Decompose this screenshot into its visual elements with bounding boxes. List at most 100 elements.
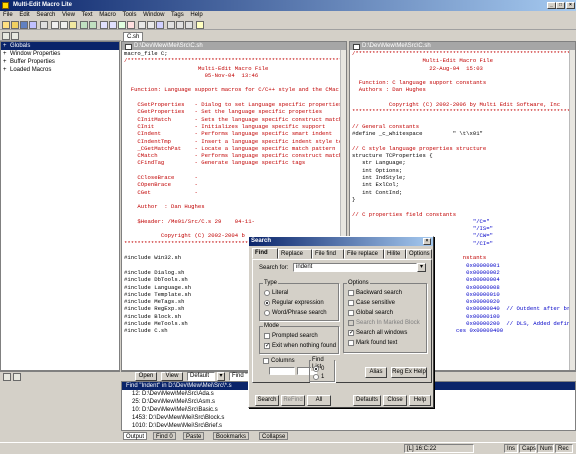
code-line[interactable]: int ContInd;: [352, 189, 575, 196]
code-line[interactable]: structure TCProperties {: [352, 152, 575, 159]
indent-icon[interactable]: [138, 21, 146, 29]
close-window-button[interactable]: ×: [566, 2, 575, 9]
code-line[interactable]: // General constants: [352, 123, 575, 130]
tree-item-globals[interactable]: Globals: [1, 42, 119, 50]
global-search-checkbox[interactable]: [348, 310, 354, 316]
code-line[interactable]: Author : Dan Hughes: [124, 203, 346, 210]
cut-icon[interactable]: [51, 21, 59, 29]
code-line[interactable]: /***************************************…: [124, 57, 346, 64]
dialog-close-icon[interactable]: ×: [423, 238, 431, 245]
tab-bookmarks[interactable]: Bookmarks: [213, 432, 250, 440]
code-line[interactable]: CFindTag - Generate language specific ta…: [124, 159, 346, 166]
search-button[interactable]: Search: [255, 395, 279, 406]
code-line[interactable]: // C style language properties structure: [352, 145, 575, 152]
menu-view[interactable]: View: [62, 12, 75, 18]
backward-search-checkbox[interactable]: [348, 290, 354, 296]
code-line[interactable]: _CGetMatchPat - Locate a language specif…: [124, 145, 346, 152]
code-line[interactable]: 22-Aug-04 15:03: [352, 65, 575, 72]
tab-find[interactable]: Find 0: [153, 432, 176, 440]
search-marked-block-checkbox[interactable]: [348, 320, 354, 326]
code-line[interactable]: ****************************************…: [352, 108, 575, 115]
undo-icon[interactable]: [80, 21, 88, 29]
code-line[interactable]: CGet -: [124, 189, 346, 196]
output-line[interactable]: 1010: D:\Dev\Mew\Mei\Src\Brief.s: [122, 422, 575, 430]
find-list-1-radio[interactable]: [313, 374, 319, 380]
tab-paste[interactable]: Paste: [183, 432, 205, 440]
tree-item-window-properties[interactable]: Window Properties: [1, 50, 119, 58]
code-line[interactable]: [124, 167, 346, 174]
save-icon[interactable]: [20, 21, 28, 29]
code-line[interactable]: [352, 116, 575, 123]
search-history-dropdown-icon[interactable]: ▾: [417, 263, 426, 272]
code-line[interactable]: [352, 203, 575, 210]
code-line[interactable]: // C properties field constants: [352, 211, 575, 218]
radio-word-phrase[interactable]: [264, 310, 270, 316]
code-line[interactable]: Copyright (C) 2002-2006 by Multi Edit So…: [352, 101, 575, 108]
replace-icon[interactable]: [109, 21, 117, 29]
cascade-icon[interactable]: [176, 21, 184, 29]
prompted-search-checkbox[interactable]: [264, 333, 270, 339]
code-line[interactable]: CMatch - Performs language specific cons…: [124, 152, 346, 159]
code-line[interactable]: "/IS=": [352, 225, 575, 232]
tab-output[interactable]: Output: [123, 432, 148, 440]
code-line[interactable]: CGetProperties - Set the language specif…: [124, 108, 346, 115]
tree-collapse-icon[interactable]: [11, 32, 19, 40]
tree-item-buffer-properties[interactable]: Buffer Properties: [1, 58, 119, 66]
code-line[interactable]: int ExlCol;: [352, 181, 575, 188]
tree-tab-icon[interactable]: [3, 373, 11, 381]
tab-file-replace[interactable]: File replace: [344, 249, 384, 259]
tab-c-sh[interactable]: C.sh: [123, 32, 144, 41]
macro-icon[interactable]: [156, 21, 164, 29]
redo-icon[interactable]: [89, 21, 97, 29]
mark-found-text-checkbox[interactable]: [348, 340, 354, 346]
tab-find[interactable]: Find: [252, 248, 278, 259]
tree-item-loaded-macros[interactable]: Loaded Macros: [1, 66, 119, 74]
code-line[interactable]: [352, 138, 575, 145]
code-line[interactable]: CInit - Initializes language specific su…: [124, 123, 346, 130]
code-line[interactable]: CInitMatch - Sets the language specific …: [124, 116, 346, 123]
refind-button[interactable]: ReFind: [281, 395, 305, 406]
code-line[interactable]: Authors : Dan Hughes: [352, 86, 575, 93]
help-icon[interactable]: [196, 21, 204, 29]
code-line[interactable]: "/C=": [352, 218, 575, 225]
tree-expand-icon[interactable]: [2, 32, 10, 40]
outdent-icon[interactable]: [147, 21, 155, 29]
tab-collapse[interactable]: Collapse: [259, 432, 289, 440]
menu-tools[interactable]: Tools: [122, 12, 136, 18]
find-files-icon[interactable]: [118, 21, 126, 29]
defaults-button[interactable]: Defaults: [353, 395, 381, 406]
close-button[interactable]: Close: [383, 395, 407, 406]
new-file-icon[interactable]: [2, 21, 10, 29]
menu-tags[interactable]: Tags: [171, 12, 184, 18]
code-line[interactable]: Function: Language support macros for C/…: [124, 86, 346, 93]
code-line[interactable]: str Language;: [352, 159, 575, 166]
column-from-field[interactable]: [269, 367, 295, 375]
code-line[interactable]: Multi-Edit Macro File: [124, 65, 346, 72]
search-all-windows-checkbox[interactable]: [348, 329, 354, 337]
print-icon[interactable]: [40, 21, 48, 29]
save-all-icon[interactable]: [29, 21, 37, 29]
case-sensitive-checkbox[interactable]: [348, 300, 354, 306]
output-select-dropdown-icon[interactable]: ▾: [217, 372, 225, 381]
exit-nothing-found-checkbox[interactable]: [264, 342, 270, 350]
help-button[interactable]: Help: [409, 395, 431, 406]
code-line[interactable]: [124, 94, 346, 101]
tab-hilite[interactable]: Hilite: [384, 249, 406, 259]
code-line[interactable]: #define _c_whitespace " \t\x01": [352, 130, 575, 137]
code-line[interactable]: [124, 196, 346, 203]
code-line[interactable]: [352, 72, 575, 79]
view-button[interactable]: View: [161, 372, 183, 381]
code-line[interactable]: CSetProperties - Dialog to set Language …: [124, 101, 346, 108]
regex-help-button[interactable]: Reg Ex Help: [391, 367, 427, 378]
code-line[interactable]: Multi-Edit Macro File: [352, 57, 575, 64]
menu-macro[interactable]: Macro: [99, 12, 116, 18]
code-line[interactable]: CIndent - Performs language specific sma…: [124, 130, 346, 137]
code-line[interactable]: 05-Nov-04 13:46: [124, 72, 346, 79]
open-folder-icon[interactable]: [11, 21, 19, 29]
code-line[interactable]: int Options;: [352, 167, 575, 174]
search-input[interactable]: indent: [293, 263, 417, 272]
code-line[interactable]: macro_file C;: [124, 50, 346, 57]
tab-file-find[interactable]: File find: [312, 249, 344, 259]
code-line[interactable]: CCloseBrace -: [124, 174, 346, 181]
menu-help[interactable]: Help: [190, 12, 202, 18]
